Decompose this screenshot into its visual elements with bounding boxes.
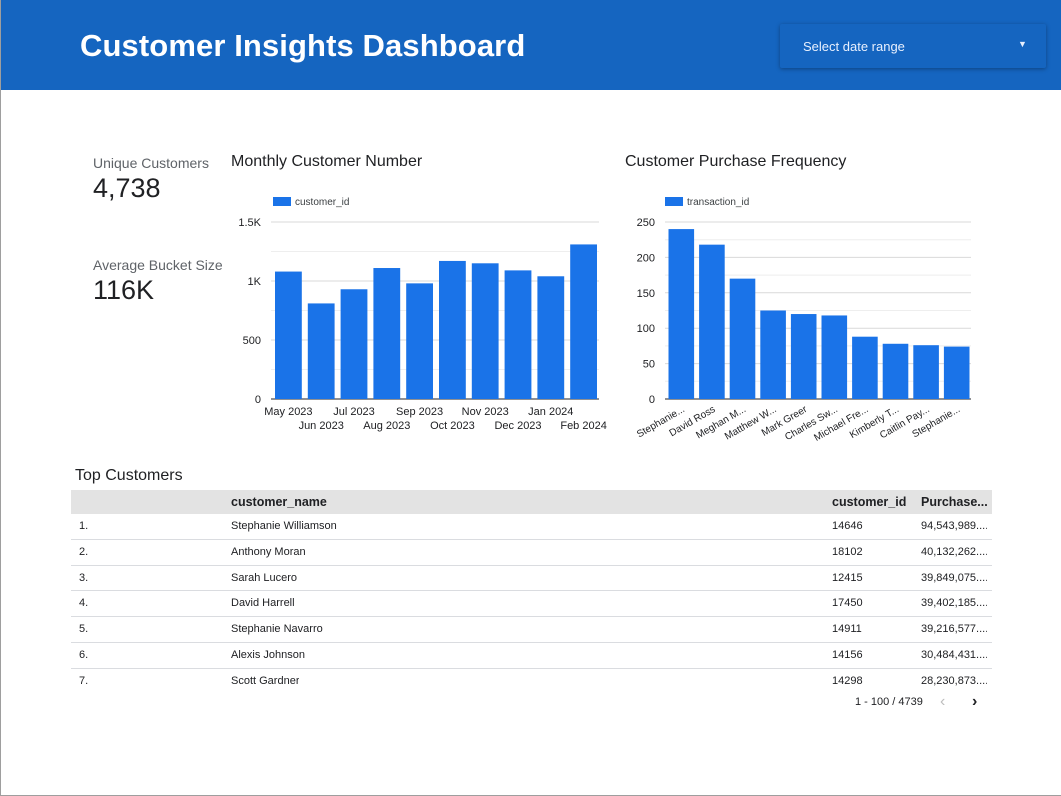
bar [504, 270, 532, 399]
customer-name-cell: Stephanie Williamson [231, 520, 337, 532]
monthly-customer-chart: customer_id05001K1.5KMay 2023Jun 2023Jul… [238, 197, 971, 444]
customer-name-cell: Scott Gardner [231, 674, 300, 687]
customer-name-cell: Alexis Johnson [231, 648, 305, 661]
pagination-label: 1 - 100 / 4739 [855, 696, 923, 708]
legend-label: customer_id [295, 197, 349, 208]
x-tick-label: Jan 2024 [528, 406, 573, 418]
table-row[interactable]: 6. Alexis Johnson 14156 30,484,431.... [71, 643, 992, 669]
bar [471, 263, 499, 399]
customer-name-cell: Anthony Moran [231, 545, 306, 558]
chevron-right-icon[interactable]: › [972, 693, 977, 711]
y-tick-label: 1.5K [238, 217, 261, 229]
purchase-cell: 39,849,075.... [921, 571, 987, 584]
row-index: 1. [79, 520, 89, 532]
table-row[interactable]: 2. Anthony Moran 18102 40,132,262.... [71, 540, 992, 566]
customer-name-cell: Stephanie Navarro [231, 623, 323, 636]
bar [340, 289, 368, 399]
customer-id-cell: 18102 [832, 545, 863, 558]
row-index: 6. [79, 648, 89, 661]
x-tick-label: May 2023 [264, 406, 312, 418]
x-tick-label: Dec 2023 [494, 420, 541, 432]
bar [406, 283, 433, 399]
x-tick-label: Jun 2023 [299, 420, 344, 432]
purchase-cell: 40,132,262.... [921, 545, 987, 558]
x-tick-label: Nov 2023 [462, 406, 509, 418]
y-tick-label: 0 [649, 394, 655, 406]
bar [943, 346, 970, 399]
y-tick-label: 150 [637, 288, 655, 300]
bar [373, 268, 401, 399]
y-tick-label: 250 [637, 217, 655, 229]
row-index: 7. [79, 674, 89, 687]
bar [790, 314, 817, 399]
chevron-left-icon[interactable]: ‹ [940, 693, 945, 711]
legend-swatch [273, 197, 291, 206]
x-tick-label: Aug 2023 [363, 420, 410, 432]
bar [307, 303, 335, 399]
row-index: 4. [79, 597, 89, 610]
y-tick-label: 100 [637, 323, 655, 335]
legend-swatch [665, 197, 683, 206]
table-row[interactable]: 3. Sarah Lucero 12415 39,849,075.... [71, 566, 992, 592]
customer-id-cell: 14156 [832, 648, 863, 661]
purchase-cell: 30,484,431.... [921, 648, 987, 661]
y-tick-label: 200 [637, 252, 655, 264]
bar [821, 315, 848, 399]
table-title: Top Customers [75, 467, 183, 484]
table-row[interactable]: 5. Stephanie Navarro 14911 39,216,577.... [71, 617, 992, 643]
y-tick-label: 500 [243, 335, 261, 347]
bar [439, 260, 466, 399]
bar [275, 271, 302, 399]
column-header-purchase[interactable]: Purchase... [921, 490, 987, 514]
customer-id-cell: 12415 [832, 571, 863, 584]
table-row[interactable]: 4. David Harrell 17450 39,402,185.... [71, 591, 992, 618]
customer-name-cell: Sarah Lucero [231, 571, 298, 584]
x-tick-label: Sep 2023 [396, 406, 443, 418]
x-tick-label: Oct 2023 [430, 420, 475, 432]
y-tick-label: 1K [248, 276, 262, 288]
bar [852, 336, 878, 399]
customer-id-cell: 14298 [832, 674, 863, 687]
table-row[interactable]: 7. Scott Gardner 14298 28,230,873.... [71, 669, 992, 695]
table-header: customer_name customer_id Purchase... [71, 490, 992, 514]
bar [668, 229, 695, 399]
customer-name-cell: David Harrell [231, 597, 295, 610]
row-index: 3. [79, 571, 89, 584]
bar [570, 244, 597, 399]
bar [699, 244, 725, 399]
bar [537, 276, 565, 399]
purchase-cell: 39,216,577.... [921, 623, 987, 636]
x-tick-label: Jul 2023 [333, 406, 375, 418]
x-tick-label: Feb 2024 [560, 420, 606, 432]
customer-id-cell: 14911 [832, 623, 862, 636]
bar [913, 345, 939, 399]
purchase-cell: 39,402,185.... [921, 597, 987, 610]
row-index: 5. [79, 623, 89, 636]
column-header-customer-id[interactable]: customer_id [832, 490, 906, 514]
purchase-cell: 28,230,873.... [921, 674, 987, 687]
legend-label: transaction_id [687, 197, 749, 208]
y-tick-label: 50 [643, 359, 655, 371]
column-header-customer-name[interactable]: customer_name [231, 490, 327, 514]
customer-id-cell: 14646 [832, 520, 863, 532]
top-customers-table: customer_name customer_id Purchase... 1.… [71, 490, 992, 695]
customer-id-cell: 17450 [832, 597, 863, 610]
y-tick-label: 0 [255, 394, 261, 406]
bar [760, 310, 786, 399]
bar [729, 278, 756, 399]
table-body: 1. Stephanie Williamson 14646 94,543,989...… [71, 514, 992, 695]
row-index: 2. [79, 545, 89, 558]
bar [882, 343, 909, 399]
purchase-cell: 94,543,989.... [921, 520, 987, 532]
table-row[interactable]: 1. Stephanie Williamson 14646 94,543,989...… [71, 514, 992, 540]
